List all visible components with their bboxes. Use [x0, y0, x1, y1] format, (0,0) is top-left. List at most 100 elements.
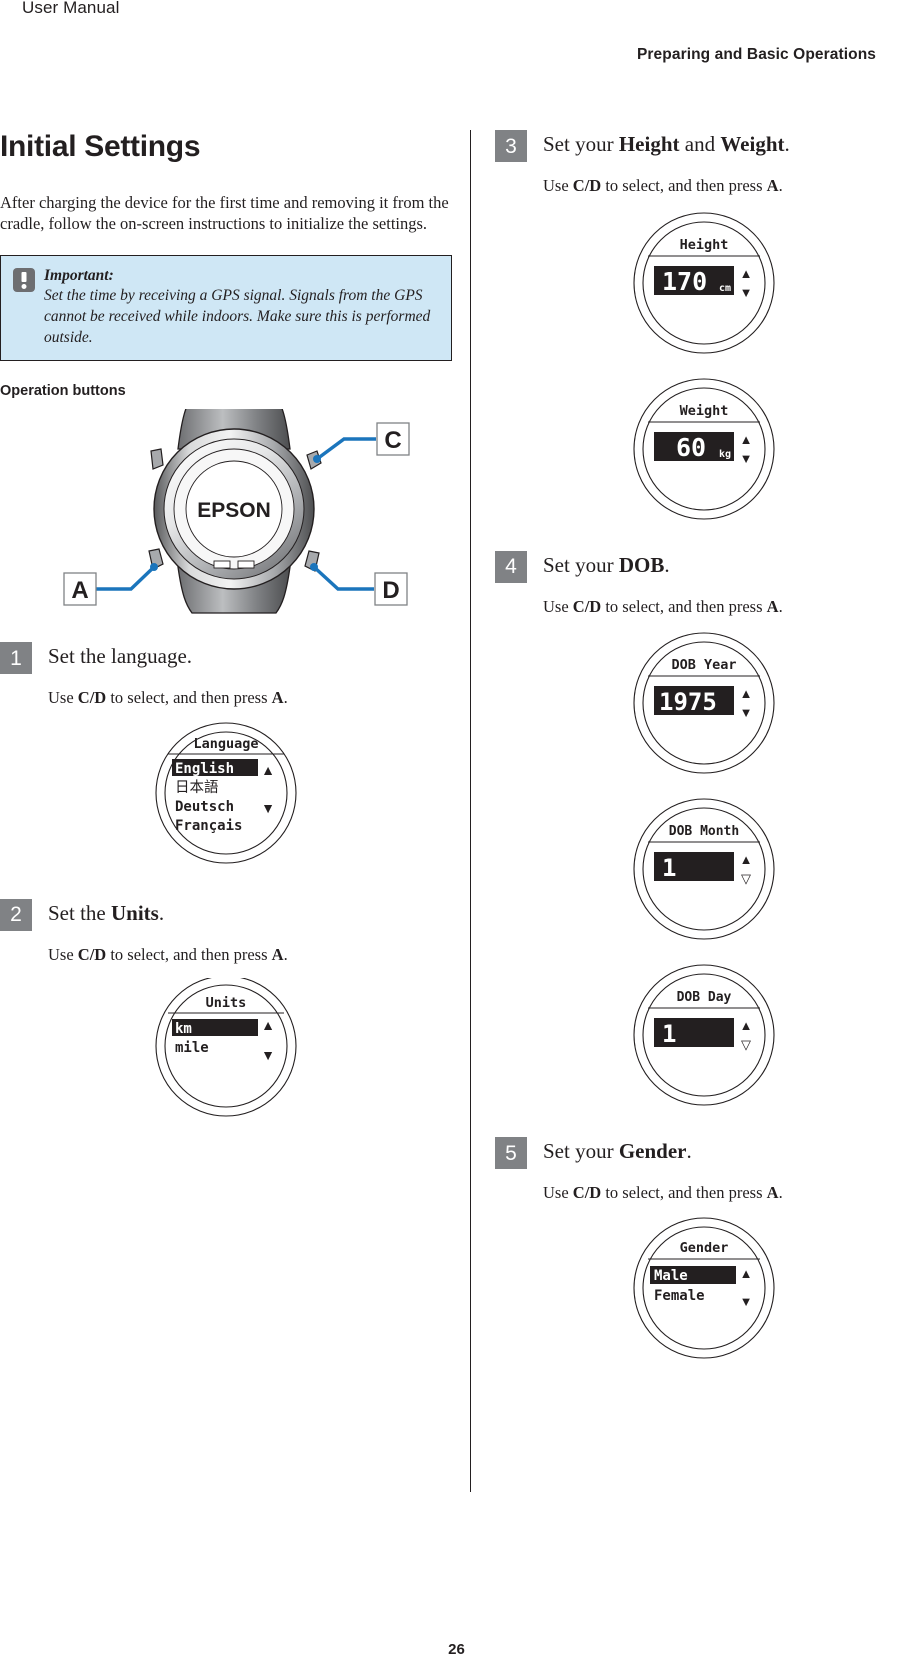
screen-language-down-arrow-icon: ▼	[261, 802, 275, 817]
step-3-title-mid: and	[679, 132, 721, 156]
step-2: 2 Set the Units.	[0, 898, 452, 931]
step-4-screen-day: DOB Day 1 ▲ ▽	[495, 961, 913, 1109]
operation-buttons-heading: Operation buttons	[0, 383, 126, 400]
step-2-keys: C/D	[77, 944, 107, 964]
document-title: User Manual	[22, 0, 120, 17]
step-5-keys: C/D	[572, 1183, 602, 1203]
step-4-screen-year: DOB Year 1975 ▲ ▼	[495, 629, 913, 777]
step-3: 3 Set your Height and Weight.	[495, 130, 913, 162]
screen-dob-year-down-arrow-icon: ▼	[740, 705, 753, 720]
step-5: 5 Set your Gender.	[495, 1137, 913, 1170]
screen-dob-month: DOB Month 1 ▲ ▽	[633, 798, 775, 940]
screen-gender-down-arrow-icon: ▼	[740, 1294, 753, 1309]
screen-height-down-arrow-icon: ▼	[740, 285, 753, 300]
step-3-title-suffix: .	[784, 132, 790, 156]
screen-height-up-arrow-icon: ▲	[740, 266, 753, 281]
screen-weight-title: Weight	[680, 403, 729, 419]
screen-gender-item-1: Female	[654, 1288, 705, 1304]
screen-gender-item-0: Male	[654, 1268, 688, 1284]
screen-gender-up-arrow-icon: ▲	[740, 1266, 753, 1281]
step-3-instr-mid: to select, and then press	[601, 176, 767, 195]
step-2-key2: A	[271, 944, 284, 964]
step-2-instruction: Use C/D to select, and then press A.	[48, 945, 452, 966]
screen-language-item-3: Français	[175, 818, 242, 834]
screen-height-title: Height	[680, 237, 729, 253]
step-1-instruction: Use C/D to select, and then press A.	[48, 688, 452, 709]
screen-weight-up-arrow-icon: ▲	[740, 432, 753, 447]
step-2-screen: Units km mile ▲ ▼	[0, 977, 452, 1118]
step-1: 1 Set the language.	[0, 642, 452, 675]
screen-units-down-arrow-icon: ▼	[261, 1049, 275, 1064]
callout-d: D	[310, 563, 408, 606]
screen-units-item-0: km	[175, 1021, 192, 1037]
step-4-instr-suffix: .	[778, 596, 783, 616]
screen-weight: Weight 60 kg ▲ ▼	[633, 378, 775, 520]
screen-weight-unit: kg	[719, 449, 731, 460]
step-5-title-suffix: .	[686, 1139, 692, 1164]
step-3-instr-suffix: .	[778, 176, 783, 195]
right-column: 3 Set your Height and Weight. Use C/D to…	[495, 130, 913, 1361]
screen-gender-title: Gender	[680, 1240, 729, 1256]
step-4-keys: C/D	[572, 596, 602, 616]
screen-language-item-0: English	[175, 761, 234, 777]
step-3-instr-prefix: Use	[543, 176, 573, 195]
callout-a: A	[63, 563, 158, 606]
callout-c-label: C	[384, 427, 401, 454]
screen-dob-day: DOB Day 1 ▲ ▽	[633, 964, 775, 1106]
step-5-title-prefix: Set your	[543, 1139, 619, 1164]
important-text: Set the time by receiving a GPS signal. …	[44, 287, 431, 346]
step-3-screen-weight: Weight 60 kg ▲ ▼	[495, 375, 913, 523]
step-3-screen-height: Height 170 cm ▲ ▼	[495, 209, 913, 357]
step-4-key2: A	[766, 596, 779, 616]
important-body: Important: Set the time by receiving a G…	[44, 266, 439, 348]
page-title: Initial Settings	[0, 130, 201, 163]
step-1-instr-mid: to select, and then press	[106, 688, 272, 708]
callout-d-label: D	[382, 577, 399, 604]
screen-dob-day-title: DOB Day	[677, 990, 732, 1005]
step-4-title-bold: DOB	[618, 552, 665, 577]
step-1-instr-prefix: Use	[48, 688, 78, 708]
device-illustration: EPSON C A D	[0, 409, 452, 614]
screen-height-value: 170	[662, 267, 707, 296]
step-1-screen: Language English 日本語 Deutsch Français ▲ …	[0, 721, 452, 871]
screen-dob-year-value: 1975	[659, 688, 717, 716]
step-3-title-prefix: Set your	[543, 132, 619, 156]
step-3-number: 3	[495, 130, 527, 162]
section-title: Preparing and Basic Operations	[636, 46, 876, 63]
screen-dob-year-up-arrow-icon: ▲	[740, 686, 753, 701]
step-2-title: Set the Units.	[48, 899, 164, 925]
step-1-title-text: Set the language.	[48, 644, 193, 669]
step-5-instr-mid: to select, and then press	[601, 1183, 767, 1203]
step-3-title-bold2: Weight	[720, 132, 785, 156]
step-4: 4 Set your DOB.	[495, 550, 913, 583]
step-4-screen-month: DOB Month 1 ▲ ▽	[495, 795, 913, 943]
intro-paragraph: After charging the device for the first …	[0, 193, 449, 234]
screen-height: Height 170 cm ▲ ▼	[633, 212, 775, 354]
screen-units-item-1: mile	[175, 1040, 209, 1056]
step-5-screen-gender: Gender Male Female ▲ ▼	[495, 1216, 913, 1361]
exclamation-icon	[13, 267, 35, 292]
screen-dob-month-title: DOB Month	[669, 824, 739, 839]
screen-dob-year: DOB Year 1975 ▲ ▼	[633, 632, 775, 774]
step-4-instruction: Use C/D to select, and then press A.	[543, 597, 913, 618]
step-2-instr-prefix: Use	[48, 944, 78, 964]
step-4-title-suffix: .	[664, 552, 670, 577]
screen-dob-month-up-arrow-icon: ▲	[740, 852, 753, 867]
screen-language-item-1: 日本語	[175, 779, 219, 796]
left-column: Initial Settings After charging the devi…	[0, 130, 452, 1118]
step-5-instr-prefix: Use	[543, 1183, 573, 1203]
screen-units: Units km mile ▲ ▼	[155, 977, 297, 1117]
screen-language-title: Language	[193, 736, 258, 752]
screen-units-up-arrow-icon: ▲	[261, 1019, 275, 1034]
step-1-title: Set the language.	[48, 642, 192, 668]
step-3-key2: A	[766, 176, 779, 195]
step-2-title-suffix: .	[158, 900, 165, 925]
screen-dob-day-value: 1	[662, 1020, 676, 1048]
step-3-instruction: Use C/D to select, and then press A.	[543, 176, 913, 197]
step-2-number: 2	[0, 898, 32, 931]
device-brand-label: EPSON	[197, 499, 271, 522]
step-1-instr-suffix: .	[283, 688, 288, 708]
page-number: 26	[448, 1641, 465, 1658]
step-3-keys: C/D	[572, 176, 602, 195]
screen-weight-value: 60	[676, 433, 706, 462]
